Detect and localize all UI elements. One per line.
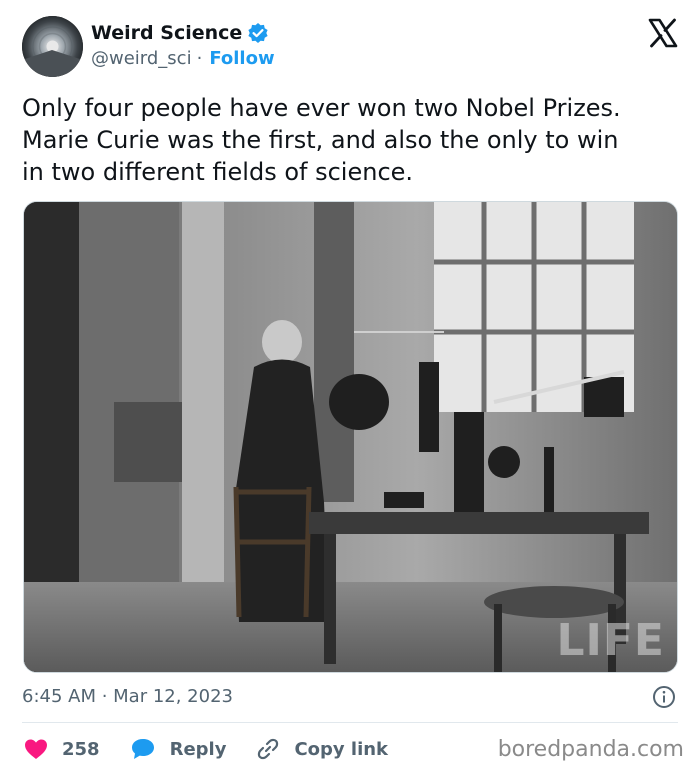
x-logo-icon[interactable] (648, 18, 678, 48)
info-icon[interactable] (652, 685, 676, 709)
tweet-text: Only four people have ever won two Nobel… (22, 92, 682, 188)
speech-bubble-icon (131, 739, 154, 759)
copy-link-button[interactable]: Copy link (256, 737, 388, 761)
heart-icon (25, 739, 47, 759)
tweet-header: Weird Science @weird_sci · Follow (22, 16, 682, 78)
tweet-meta: 6:45 AM · Mar 12, 2023 (22, 683, 682, 711)
display-name[interactable]: Weird Science (91, 22, 242, 44)
tweet-text-line: in two different fields of science. (22, 158, 414, 186)
tweet-photo[interactable]: LIFE (23, 201, 678, 673)
avatar[interactable] (22, 16, 83, 77)
author-names: Weird Science @weird_sci · Follow (91, 21, 275, 69)
site-watermark: boredpanda.com (497, 737, 684, 762)
tweet-text-line: Marie Curie was the first, and also the … (22, 126, 619, 154)
life-watermark: LIFE (556, 615, 665, 666)
action-bar: 258 Reply Copy link (24, 734, 418, 764)
lab-photo-illustration (24, 202, 677, 672)
like-count: 258 (62, 738, 100, 760)
timestamp[interactable]: 6:45 AM · Mar 12, 2023 (22, 686, 233, 707)
tweet-text-line: Only four people have ever won two Nobel… (22, 94, 621, 122)
divider (22, 722, 678, 723)
link-icon (258, 738, 279, 760)
copy-link-label: Copy link (294, 738, 389, 760)
handle[interactable]: @weird_sci (91, 48, 192, 69)
separator-dot: · (196, 48, 203, 69)
like-button[interactable]: 258 (24, 738, 100, 760)
follow-button[interactable]: Follow (209, 48, 274, 69)
verified-badge-icon (247, 22, 269, 44)
reply-button[interactable]: Reply (130, 737, 227, 761)
reply-label: Reply (169, 738, 227, 760)
